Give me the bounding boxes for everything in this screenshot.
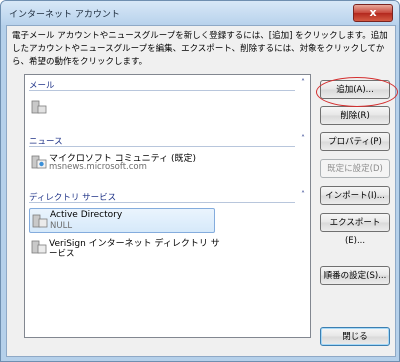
dialog-title: インターネット アカウント <box>9 10 120 20</box>
title-bar: インターネット アカウント x <box>1 1 399 25</box>
import-button[interactable]: インポート(I)... <box>320 186 390 205</box>
add-button[interactable]: 追加(A)... <box>320 80 390 99</box>
mail-account-icon <box>31 100 47 114</box>
group-divider <box>29 146 295 147</box>
group-divider <box>29 90 295 91</box>
list-item-news-account[interactable]: マイクロソフト コミュニティ (既定) msnews.microsoft.com <box>29 150 229 174</box>
delete-button[interactable]: 削除(R) <box>320 106 390 125</box>
collapse-icon[interactable]: ˄ <box>301 190 305 199</box>
group-header-mail[interactable]: メール ˄ <box>29 78 305 91</box>
directory-service-icon <box>31 240 47 254</box>
collapse-icon[interactable]: ˄ <box>301 78 305 87</box>
account-name-continued: ービス <box>49 249 75 259</box>
list-item-verisign[interactable]: VeriSign インターネット ディレクトリ サ ービス <box>29 235 229 259</box>
account-server: NULL <box>50 221 73 231</box>
close-button[interactable]: 閉じる <box>320 327 390 346</box>
dialog-client-area: 電子メール アカウントやニュースグループを新しく登録するには、[追加] をクリッ… <box>6 25 398 357</box>
set-default-button[interactable]: 既定に設定(D) <box>320 159 390 178</box>
directory-service-icon <box>32 214 48 228</box>
mail-empty-placeholder <box>29 95 59 119</box>
close-window-button[interactable]: x <box>353 4 393 22</box>
account-name: Active Directory <box>50 210 123 220</box>
collapse-icon[interactable]: ˄ <box>301 134 305 143</box>
properties-button[interactable]: プロパティ(P) <box>320 132 390 151</box>
list-item-active-directory[interactable]: Active Directory NULL <box>29 208 215 233</box>
account-server: msnews.microsoft.com <box>49 162 147 172</box>
accounts-list[interactable]: メール ˄ ニュース ˄ マイクロソフト コミュニティ (既定) msnews.… <box>24 74 311 338</box>
order-settings-button[interactable]: 順番の設定(S)... <box>320 266 390 285</box>
group-header-directory[interactable]: ディレクトリ サービス ˄ <box>29 190 305 203</box>
export-button[interactable]: エクスポート(E)... <box>320 213 390 246</box>
news-account-icon <box>31 155 47 169</box>
instructions-text: 電子メール アカウントやニュースグループを新しく登録するには、[追加] をクリッ… <box>12 31 388 67</box>
account-name: VeriSign インターネット ディレクトリ サ <box>49 239 220 249</box>
group-divider <box>29 202 295 203</box>
internet-accounts-dialog: インターネット アカウント x 電子メール アカウントやニュースグループを新しく… <box>0 0 400 362</box>
group-header-news[interactable]: ニュース ˄ <box>29 134 305 147</box>
